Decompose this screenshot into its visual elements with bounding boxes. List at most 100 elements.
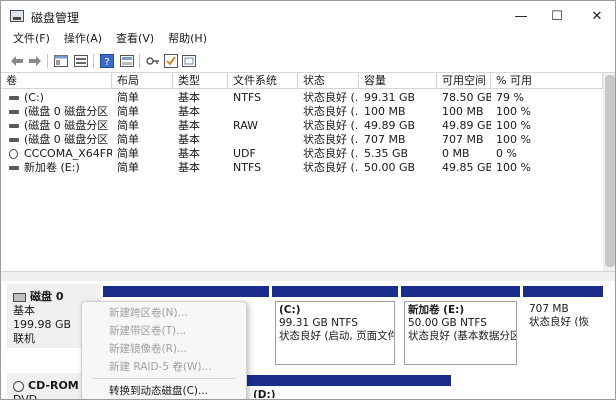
volume-type: 基本 — [178, 91, 200, 104]
volume-name: (磁盘 0 磁盘分区 6) — [24, 133, 112, 146]
volume-free-space: 49.89 GB — [442, 119, 491, 132]
help-icon[interactable]: ? — [99, 53, 115, 69]
partition-name: 新加卷 (E:) — [408, 304, 465, 316]
volume-free-space: 49.85 GB — [442, 161, 491, 174]
table-row[interactable]: (磁盘 0 磁盘分区 6) 简单 基本 状态良好 (... 707 MB 707… — [1, 133, 615, 147]
menu-item-convert-to-dynamic-disk[interactable]: 转换到动态磁盘(C)... — [82, 382, 246, 399]
menu-action[interactable]: 操作(A) — [57, 31, 109, 49]
volume-list-header: 卷 布局 类型 文件系统 状态 容量 可用空间 % 可用 — [1, 73, 615, 89]
partition-info: 707 MB 状态良好 (恢 — [526, 301, 600, 365]
properties-icon[interactable] — [119, 53, 135, 69]
volume-list: 卷 布局 类型 文件系统 状态 容量 可用空间 % 可用 (C:) 简单 基本 … — [1, 73, 615, 271]
context-menu: 新建跨区卷(N)... 新建带区卷(T)... 新建镜像卷(R)... 新建 R… — [81, 301, 247, 399]
volume-list-scrollbar[interactable] — [603, 73, 615, 271]
partition-status: 状态良好 (基本数据分区) — [408, 330, 517, 342]
partition-size: 99.31 GB NTFS — [279, 317, 358, 329]
drive-icon — [9, 138, 19, 142]
column-percent-free[interactable]: % 可用 — [491, 73, 603, 89]
volume-capacity: 49.89 GB — [364, 119, 416, 132]
volume-percent-free: 100 % — [496, 105, 531, 118]
disk-0-partition-recovery[interactable]: 707 MB 状态良好 (恢 — [523, 286, 603, 368]
volume-capacity: 100 MB — [364, 105, 406, 118]
disk-0-partition-e[interactable]: 新加卷 (E:) 50.00 GB NTFS 状态良好 (基本数据分区) — [401, 286, 520, 368]
disk-name: CD-ROM — [28, 379, 79, 392]
volume-file-system: UDF — [233, 147, 256, 160]
toolbar-separator — [47, 54, 48, 68]
settings-icon[interactable] — [181, 53, 197, 69]
column-free-space[interactable]: 可用空间 — [437, 73, 491, 89]
volume-percent-free: 100 % — [496, 119, 531, 132]
volume-capacity: 707 MB — [364, 133, 406, 146]
volume-free-space: 100 MB — [442, 105, 484, 118]
hard-disk-icon — [13, 292, 26, 302]
volume-name: (磁盘 0 磁盘分区 1) — [24, 105, 112, 118]
volume-capacity: 5.35 GB — [364, 147, 409, 160]
menu-view[interactable]: 查看(V) — [109, 31, 161, 49]
column-capacity[interactable]: 容量 — [359, 73, 437, 89]
column-status[interactable]: 状态 — [298, 73, 359, 89]
partition-info: 新加卷 (E:) 50.00 GB NTFS 状态良好 (基本数据分区) — [404, 301, 517, 365]
svg-text:?: ? — [104, 57, 109, 68]
volume-capacity: 99.31 GB — [364, 91, 416, 104]
check-icon[interactable] — [163, 53, 179, 69]
volume-status: 状态良好 (... — [303, 147, 359, 160]
menu-file[interactable]: 文件(F) — [1, 31, 57, 49]
title-bar: 磁盘管理 — ☐ ✕ — [1, 1, 615, 31]
drive-icon — [9, 96, 19, 100]
table-row[interactable]: (C:) 简单 基本 NTFS 状态良好 (... 99.31 GB 78.50… — [1, 91, 615, 105]
volume-name: (磁盘 0 磁盘分区 3) — [24, 119, 112, 132]
menu-help[interactable]: 帮助(H) — [161, 31, 214, 49]
menu-item-new-raid5-volume: 新建 RAID-5 卷(W)... — [109, 361, 212, 373]
forward-arrow-icon[interactable] — [27, 53, 43, 69]
partition-info: (D:) — [250, 387, 448, 398]
column-layout[interactable]: 布局 — [112, 73, 173, 89]
volume-file-system — [228, 133, 298, 147]
menu-separator — [92, 378, 236, 379]
volume-type: 基本 — [178, 133, 200, 146]
toolbar-separator — [93, 54, 94, 68]
menu-item-new-spanned-volume: 新建跨区卷(N)... — [109, 307, 188, 319]
volume-type: 基本 — [178, 147, 200, 160]
toolbar: ? — [1, 49, 615, 73]
minimize-button[interactable]: — — [501, 1, 541, 31]
table-row[interactable]: (磁盘 0 磁盘分区 3) 简单 基本 RAW 状态良好 (... 49.89 … — [1, 119, 615, 133]
menu-bar: 文件(F) 操作(A) 查看(V) 帮助(H) — [1, 31, 615, 49]
volume-percent-free: 0 % — [496, 147, 517, 160]
key-icon[interactable] — [145, 53, 161, 69]
partition-bar — [272, 286, 398, 297]
drive-icon — [9, 166, 19, 170]
table-row[interactable]: 新加卷 (E:) 简单 基本 NTFS 状态良好 (... 50.00 GB 4… — [1, 161, 615, 175]
console-tree-icon[interactable] — [53, 53, 69, 69]
column-type[interactable]: 类型 — [173, 73, 228, 89]
drive-icon — [9, 124, 19, 128]
back-arrow-icon[interactable] — [9, 53, 25, 69]
volume-layout: 简单 — [117, 133, 139, 146]
volume-percent-free: 100 % — [496, 161, 531, 174]
pane-splitter[interactable] — [1, 271, 615, 281]
volume-status: 状态良好 (... — [303, 105, 359, 118]
drive-properties-icon[interactable] — [73, 53, 89, 69]
partition-bar — [247, 375, 451, 386]
close-button[interactable]: ✕ — [577, 1, 615, 31]
maximize-button[interactable]: ☐ — [537, 1, 577, 31]
partition-bar — [401, 286, 520, 297]
cd-rom-partition[interactable]: (D:) — [247, 375, 451, 399]
volume-file-system — [228, 105, 298, 119]
disk-0-partition-c[interactable]: (C:) 99.31 GB NTFS 状态良好 (启动, 页面文件, — [272, 286, 398, 368]
volume-status: 状态良好 (... — [303, 91, 359, 104]
table-row[interactable]: (磁盘 0 磁盘分区 1) 简单 基本 状态良好 (... 100 MB 100… — [1, 105, 615, 119]
volume-type: 基本 — [178, 105, 200, 118]
column-volume[interactable]: 卷 — [1, 73, 112, 89]
table-row[interactable]: CCCOMA_X64FR... 简单 基本 UDF 状态良好 (... 5.35… — [1, 147, 615, 161]
partition-size: 707 MB — [529, 303, 569, 315]
volume-percent-free: 100 % — [496, 133, 531, 146]
volume-layout: 简单 — [117, 105, 139, 118]
volume-name: 新加卷 (E:) — [24, 161, 80, 174]
column-file-system[interactable]: 文件系统 — [228, 73, 298, 89]
volume-file-system: NTFS — [233, 161, 262, 174]
menu-item-new-mirrored-volume: 新建镜像卷(R)... — [109, 343, 188, 355]
scrollbar-thumb[interactable] — [605, 75, 615, 267]
partition-status: 状态良好 (启动, 页面文件, — [279, 330, 395, 342]
menu-item-new-striped-volume: 新建带区卷(T)... — [109, 325, 187, 337]
cd-drive-icon — [13, 380, 24, 392]
